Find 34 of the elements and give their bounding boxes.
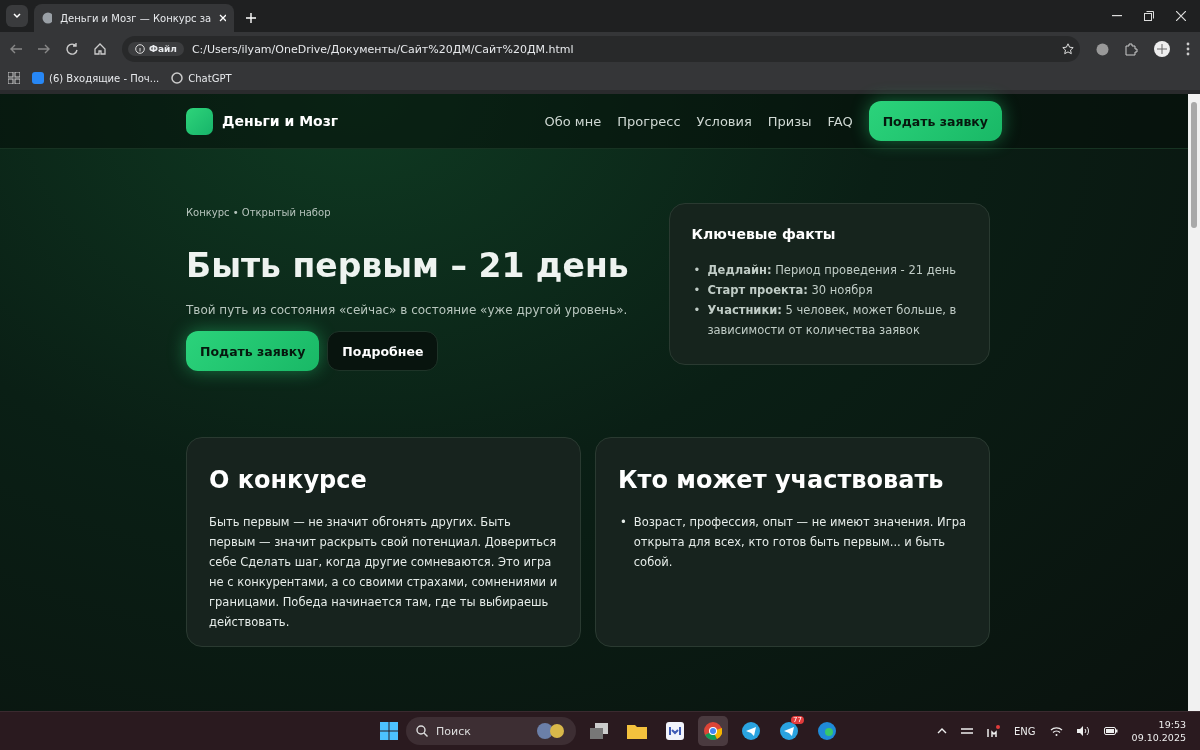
list-bullet: • bbox=[693, 302, 701, 319]
nav-link[interactable]: Прогресс bbox=[617, 113, 681, 129]
card-title: Кто может участвовать bbox=[618, 466, 945, 494]
fact-item: Дедлайн: Период проведения - 21 день bbox=[707, 262, 956, 279]
nav-link[interactable]: FAQ bbox=[827, 113, 853, 129]
nav-link[interactable]: Призы bbox=[767, 113, 812, 129]
facts-title: Ключевые факты bbox=[691, 226, 837, 242]
url-text: C:/Users/ilyam/OneDrive/Документы/Сайт%20ДМ/Сайт%20ДМ.html bbox=[191, 42, 575, 56]
bookmark[interactable]: ChatGPT bbox=[171, 72, 232, 84]
list-bullet: • bbox=[693, 262, 701, 279]
hero-title: Быть первым – 21 день bbox=[186, 246, 629, 285]
apply-button[interactable]: Подать заявку bbox=[186, 331, 320, 371]
address-bar[interactable]: Файл C:/Users/ilyam/OneDrive/Документы/Сайт%20ДМ/Сайт%20ДМ.html bbox=[122, 36, 1080, 62]
brand-name[interactable]: Деньги и Мозг bbox=[222, 113, 339, 129]
taskbar-search-field[interactable]: Поиск bbox=[406, 717, 576, 745]
list-bullet: • bbox=[693, 282, 701, 299]
site-info-chip[interactable]: Файл bbox=[128, 42, 184, 56]
card-text: Быть первым — не значит обгонять других. Быть первым — значит раскрыть свой потенциал. Довериться себе Сделать шаг, когда другие сомневаются. Это игра не с конкурентами, а со своими страхами, сомнениями и границами. Победа начинается там, где ты выбираешь действовать. bbox=[209, 514, 558, 631]
hero-subtitle: Твой путь из состояния «сейчас» в состояние «уже другой уровень». bbox=[186, 303, 629, 317]
fact-item: Старт проекта: 30 ноября bbox=[707, 282, 873, 299]
more-button[interactable]: Подробнее bbox=[327, 331, 439, 371]
clock[interactable]: 19:53 09.10.2025 bbox=[1131, 718, 1186, 744]
apply-button[interactable]: Подать заявку bbox=[868, 101, 1002, 141]
nav-link[interactable]: Обо мне bbox=[544, 113, 602, 129]
eyebrow-text: Конкурс • Открытый набор bbox=[186, 207, 332, 218]
card-title: О конкурсе bbox=[209, 466, 368, 494]
language-indicator[interactable]: ENG bbox=[1014, 725, 1036, 737]
list-bullet: • bbox=[620, 514, 627, 531]
browser-tab[interactable]: Деньги и Мозг — Конкурс за bbox=[34, 4, 234, 32]
nav-link[interactable]: Условия bbox=[696, 113, 752, 129]
fact-item: Участники: 5 человек, может больше, в зависимости от количества заявок bbox=[707, 302, 958, 339]
card-list-item: Возраст, профессия, опыт — не имеют значения. Игра открыта для всех, кто готов быть первым... и быть собой. bbox=[633, 514, 967, 571]
search-placeholder: Поиск bbox=[436, 724, 472, 738]
bookmark[interactable]: (6) Входящие - Поч... bbox=[32, 72, 160, 84]
